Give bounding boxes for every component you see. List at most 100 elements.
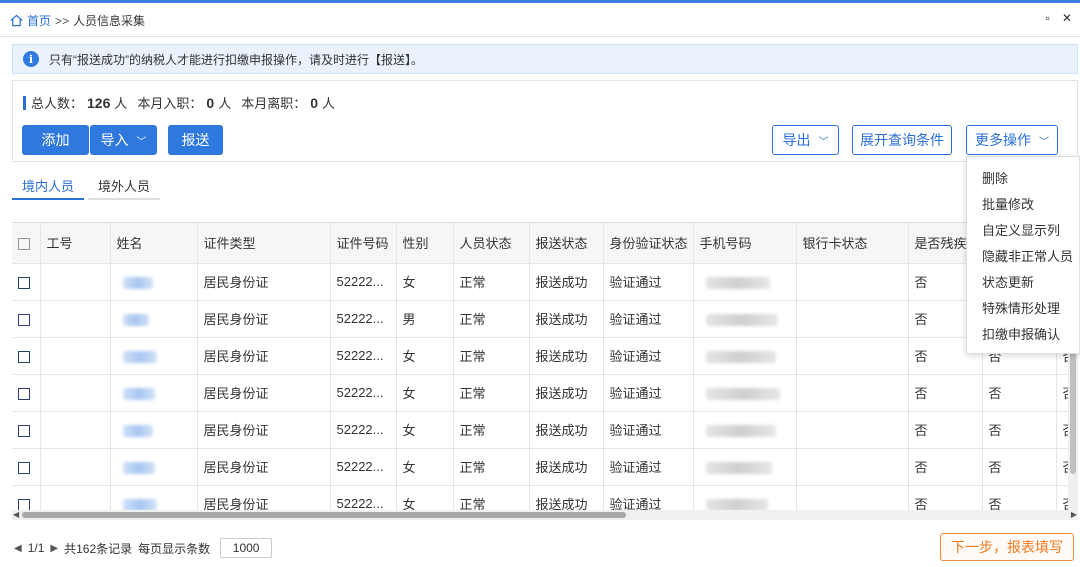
row-checkbox[interactable]: [18, 350, 30, 363]
redacted-phone: [705, 387, 780, 400]
cell-extra-1: 否: [982, 448, 1057, 486]
menu-item-batch-edit[interactable]: 批量修改: [967, 192, 1079, 218]
import-button[interactable]: 导入 ﹀: [90, 125, 157, 155]
chevron-down-icon: ﹀: [818, 136, 829, 148]
cell-id-type: 居民身份证: [197, 300, 331, 338]
cell-phone: [693, 374, 797, 412]
row-checkbox[interactable]: [18, 461, 30, 474]
select-all-checkbox[interactable]: [12, 223, 41, 264]
cell-person-status: 正常: [453, 263, 530, 301]
chevron-down-icon: ﹀: [136, 136, 147, 148]
personnel-table: 工号 姓名 证件类型 证件号码 性别 人员状态 报送状态 身份验证状态 手机号码…: [12, 222, 1078, 510]
scroll-right-icon[interactable]: ▶: [1071, 510, 1077, 520]
cell-person-status: 正常: [453, 374, 530, 412]
add-button[interactable]: 添加: [22, 125, 89, 155]
next-step-button[interactable]: 下一步，报表填写: [940, 533, 1074, 561]
notice-text: 只有“报送成功”的纳税人才能进行扣缴申报操作，请及时进行【报送】。: [49, 52, 423, 67]
row-checkbox[interactable]: [18, 424, 30, 437]
per-page-input[interactable]: 1000: [220, 538, 273, 558]
cell-name: [110, 263, 198, 301]
cell-verify-status: 验证通过: [603, 337, 694, 375]
cell-id-type: 居民身份证: [197, 337, 331, 375]
per-page-label: 每页显示条数: [138, 541, 211, 556]
submit-button[interactable]: 报送: [168, 125, 223, 155]
expand-query-button[interactable]: 展开查询条件: [852, 125, 952, 155]
table-row[interactable]: 居民身份证52222...女正常报送成功验证通过否否否: [12, 448, 1078, 486]
cell-name: [110, 411, 198, 449]
cell-phone: [693, 411, 797, 449]
cell-extra-1: 否: [982, 411, 1057, 449]
breadcrumb-home-link[interactable]: 首页: [27, 12, 51, 29]
cell-person-status: 正常: [453, 448, 530, 486]
cell-gender: 女: [396, 374, 454, 412]
table-row[interactable]: 居民身份证52222...女正常报送成功验证通过否否否: [12, 263, 1078, 301]
scroll-left-icon[interactable]: ◀: [13, 510, 19, 520]
cell-submit-status: 报送成功: [529, 263, 604, 301]
column-header: 工号: [40, 223, 111, 264]
export-button[interactable]: 导出 ﹀: [772, 125, 839, 155]
pagination: ◀ 1/1 ▶ 共162条记录 每页显示条数 1000: [14, 538, 273, 558]
more-actions-button[interactable]: 更多操作 ﹀: [966, 125, 1058, 155]
add-button-label: 添加: [41, 132, 70, 148]
total-label: 总人数：: [31, 96, 84, 111]
row-select-cell[interactable]: [12, 263, 41, 301]
breadcrumb: 首页 >> 人员信息采集: [10, 12, 145, 29]
redacted-phone: [705, 498, 768, 510]
tab-bar: 境内人员 境外人员: [12, 172, 164, 200]
row-checkbox[interactable]: [18, 498, 30, 510]
info-icon: i: [23, 51, 39, 67]
tab-domestic[interactable]: 境内人员: [12, 172, 85, 200]
cell-verify-status: 验证通过: [603, 374, 694, 412]
cell-gender: 女: [396, 485, 454, 510]
chevron-down-icon: ﹀: [1039, 136, 1049, 148]
row-select-cell[interactable]: [12, 337, 41, 375]
close-icon[interactable]: ✕: [1062, 11, 1072, 25]
cell-disabled: 否: [908, 374, 983, 412]
cell-id-number: 52222...: [330, 411, 397, 449]
menu-item-special-cases[interactable]: 特殊情形处理: [967, 296, 1079, 322]
expand-query-label: 展开查询条件: [860, 132, 944, 148]
menu-item-delete[interactable]: 删除: [967, 166, 1079, 192]
row-select-cell[interactable]: [12, 448, 41, 486]
cell-id-number: 52222...: [330, 374, 397, 412]
row-checkbox[interactable]: [18, 387, 30, 400]
row-select-cell[interactable]: [12, 374, 41, 412]
menu-item-custom-columns[interactable]: 自定义显示列: [967, 218, 1079, 244]
row-select-cell[interactable]: [12, 485, 41, 510]
table-row[interactable]: 居民身份证52222...女正常报送成功验证通过否否否: [12, 411, 1078, 449]
left-label: 本月离职：: [241, 96, 307, 111]
next-page-icon[interactable]: ▶: [50, 543, 58, 554]
cell-verify-status: 验证通过: [603, 300, 694, 338]
table-row[interactable]: 居民身份证52222...女正常报送成功验证通过否否否: [12, 485, 1078, 510]
row-select-cell[interactable]: [12, 300, 41, 338]
breadcrumb-current: 人员信息采集: [73, 14, 146, 28]
row-checkbox[interactable]: [18, 276, 30, 289]
table-row[interactable]: 居民身份证52222...男正常报送成功验证通过否否否: [12, 300, 1078, 338]
cell-phone: [693, 337, 797, 375]
cell-phone: [693, 300, 797, 338]
horizontal-scrollbar[interactable]: ◀ ▶: [12, 510, 1078, 520]
cell-submit-status: 报送成功: [529, 485, 604, 510]
menu-item-hide-abnormal[interactable]: 隐藏非正常人员: [967, 244, 1079, 270]
cell-id-type: 居民身份证: [197, 374, 331, 412]
table-row[interactable]: 居民身份证52222...女正常报送成功验证通过否否否: [12, 337, 1078, 375]
cell-gender: 女: [396, 411, 454, 449]
menu-item-status-update[interactable]: 状态更新: [967, 270, 1079, 296]
redacted-name: [122, 276, 153, 289]
row-select-cell[interactable]: [12, 411, 41, 449]
notice-banner: i 只有“报送成功”的纳税人才能进行扣缴申报操作，请及时进行【报送】。: [12, 44, 1078, 74]
next-step-label: 下一步，报表填写: [951, 539, 1063, 555]
prev-page-icon[interactable]: ◀: [14, 543, 22, 554]
redacted-name: [122, 424, 153, 437]
tab-overseas[interactable]: 境外人员: [88, 172, 161, 200]
cell-bank-card-status: [796, 374, 909, 412]
cell-bank-card-status: [796, 411, 909, 449]
restore-icon[interactable]: ▫: [1046, 11, 1050, 25]
column-header: 证件类型: [197, 223, 331, 264]
left-value: 0: [310, 94, 319, 111]
row-checkbox[interactable]: [18, 313, 30, 326]
horizontal-scroll-thumb[interactable]: [22, 512, 626, 518]
menu-item-withholding-confirm[interactable]: 扣缴申报确认: [967, 322, 1079, 348]
cell-id-type: 居民身份证: [197, 448, 331, 486]
table-row[interactable]: 居民身份证52222...女正常报送成功验证通过否否否: [12, 374, 1078, 412]
